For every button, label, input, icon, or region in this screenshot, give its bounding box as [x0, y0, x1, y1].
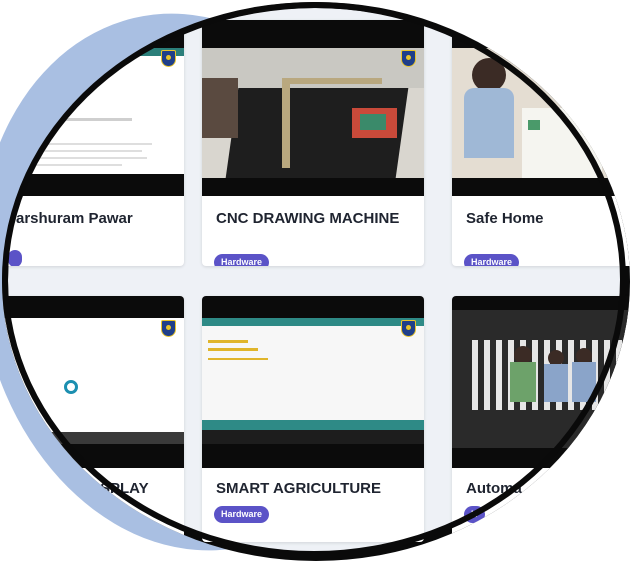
project-thumbnail[interactable]	[202, 20, 424, 196]
project-thumbnail[interactable]	[452, 296, 630, 468]
project-title[interactable]: Safe Home	[466, 210, 544, 227]
category-badge	[8, 250, 22, 266]
project-thumbnail[interactable]	[2, 296, 184, 468]
project-thumbnail[interactable]	[452, 20, 630, 196]
project-card[interactable]: arshuram Pawar	[2, 20, 184, 266]
project-thumbnail[interactable]	[2, 20, 184, 196]
magnifier-lens: arshuram Pawar CNC DRAWING MACHINE Hardw…	[2, 2, 630, 561]
college-crest-icon	[161, 320, 176, 337]
project-title[interactable]: arshuram Pawar	[16, 210, 133, 227]
project-title[interactable]: Automa	[466, 480, 522, 497]
category-badge: H	[464, 506, 485, 523]
project-grid: arshuram Pawar CNC DRAWING MACHINE Hardw…	[2, 2, 630, 561]
category-badge: Hardware	[214, 254, 270, 266]
college-crest-icon	[401, 320, 416, 337]
category-badge: Hardware	[464, 254, 520, 266]
project-card[interactable]: Automa H	[452, 296, 630, 542]
project-thumbnail[interactable]	[202, 296, 424, 468]
project-card[interactable]: CNC DRAWING MACHINE Hardware	[202, 20, 424, 266]
project-card[interactable]: SMART AGRICULTURE Hardware	[202, 296, 424, 542]
project-card[interactable]: Safe Home Hardware	[452, 20, 630, 266]
college-crest-icon	[161, 50, 176, 67]
college-crest-icon	[401, 50, 416, 67]
project-title[interactable]: SPLAY	[100, 480, 149, 497]
project-card[interactable]: SPLAY	[2, 296, 184, 542]
category-badge: Hardware	[214, 506, 270, 523]
project-title[interactable]: SMART AGRICULTURE	[216, 480, 381, 497]
project-title[interactable]: CNC DRAWING MACHINE	[216, 210, 399, 227]
